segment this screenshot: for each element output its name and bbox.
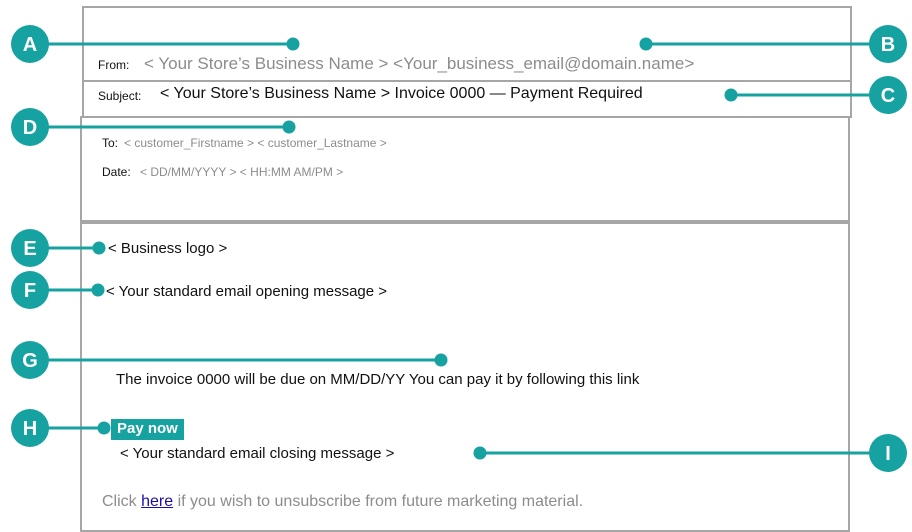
callout-letter-d: D (23, 117, 37, 139)
callout-letter-h: H (23, 418, 37, 440)
callout-dot-a (286, 37, 300, 51)
callout-dot-c (724, 88, 738, 102)
callout-layer: A B C D E F G H I (11, 25, 907, 472)
callout-letter-e: E (23, 238, 36, 260)
callout-letter-a: A (23, 34, 37, 56)
callout-letter-g: G (22, 350, 38, 372)
callout-dot-g (434, 353, 448, 367)
callout-letter-f: F (24, 280, 36, 302)
callout-letter-c: C (881, 85, 895, 107)
callout-dot-f (91, 283, 105, 297)
callout-letter-i: I (885, 443, 891, 465)
callout-dot-h (97, 421, 111, 435)
callout-dot-d (282, 120, 296, 134)
callout-dot-i (473, 446, 487, 460)
callout-letter-b: B (881, 34, 895, 56)
callout-dot-e (92, 241, 106, 255)
callout-dot-b (639, 37, 653, 51)
